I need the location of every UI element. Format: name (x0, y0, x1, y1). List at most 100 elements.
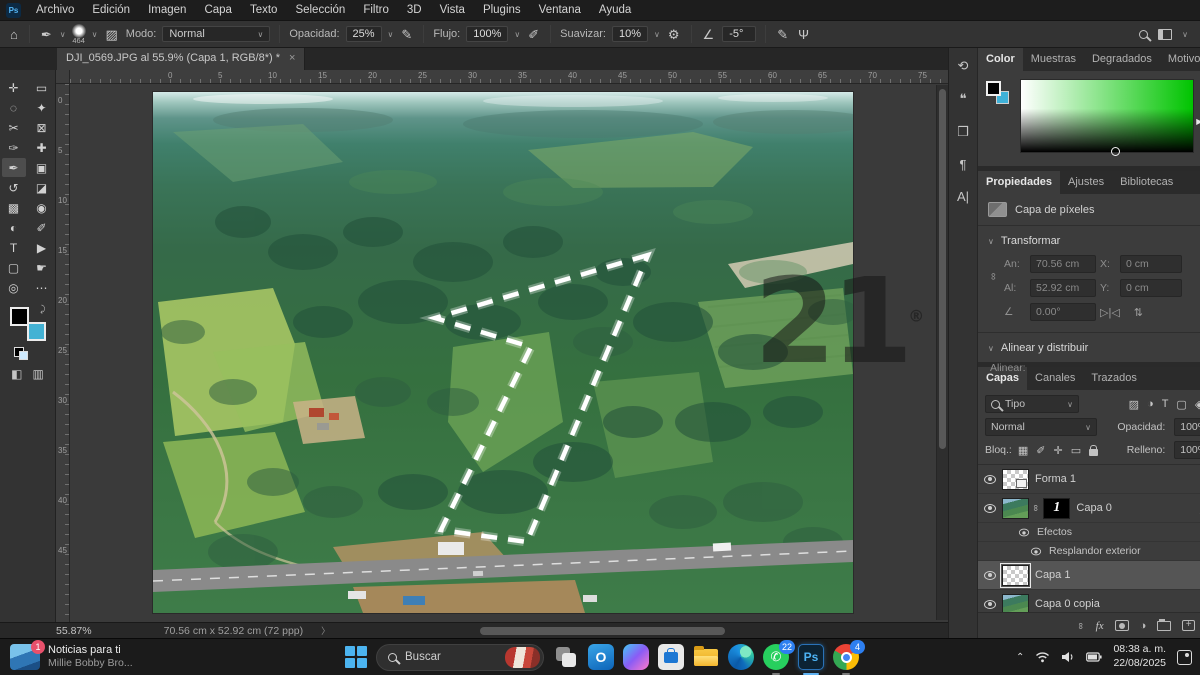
tray-chevron-icon[interactable]: ⌃ (1016, 652, 1024, 663)
zoom-level-field[interactable]: 55.87% (56, 625, 92, 637)
blend-mode-dropdown[interactable]: Normal ∨ (162, 26, 270, 42)
3d-panel-icon[interactable]: ❒ (957, 124, 969, 140)
lasso-tool[interactable]: ◌ (2, 98, 26, 117)
notes-panel-icon[interactable]: ❝ (960, 91, 967, 107)
tab-propiedades[interactable]: Propiedades (978, 171, 1060, 194)
flow-input[interactable]: 100% (466, 26, 508, 42)
magic-wand-tool[interactable]: ✦ (30, 98, 54, 117)
taskbar-search-box[interactable]: Buscar (376, 644, 544, 671)
layer-row-capa1[interactable]: Capa 1 (978, 561, 1200, 590)
document-tab[interactable]: DJI_0569.JPG al 55.9% (Capa 1, RGB/8*) *… (57, 48, 305, 70)
chevron-down-icon[interactable]: ∨ (988, 344, 994, 353)
status-arrow-icon[interactable]: 〉 (321, 624, 330, 637)
adjustment-layer-icon[interactable]: ◑ (1140, 620, 1147, 632)
menu-item[interactable]: Vista (431, 2, 474, 18)
outlook-app-button[interactable]: O (588, 644, 614, 670)
quick-mask-icon[interactable]: ◧ (11, 367, 22, 381)
layer-name[interactable]: Capa 1 (1035, 569, 1070, 581)
type-tool[interactable]: T (2, 238, 26, 257)
lock-artboard-icon[interactable]: ▭ (1071, 444, 1081, 457)
marquee-tool[interactable]: ▭ (30, 78, 54, 97)
frame-tool[interactable]: ⊠ (30, 118, 54, 137)
link-layers-icon[interactable]: ∞ (1076, 622, 1086, 628)
visibility-eye-icon[interactable] (984, 504, 996, 513)
tab-ajustes[interactable]: Ajustes (1060, 171, 1112, 194)
clock[interactable]: 08:38 a. m. 22/08/2025 (1113, 643, 1166, 670)
effects-row[interactable]: Efectos (978, 523, 1200, 542)
lock-pixels-icon[interactable]: ✐ (1036, 444, 1045, 457)
color-picker-cursor[interactable] (1111, 147, 1120, 156)
new-group-icon[interactable] (1157, 621, 1171, 631)
layer-row-forma1[interactable]: Forma 1 (978, 465, 1200, 494)
copilot-app-button[interactable] (623, 644, 649, 670)
chevron-down-icon[interactable]: ∨ (60, 30, 66, 39)
menu-item[interactable]: Texto (241, 2, 287, 18)
filter-shape-icon[interactable]: ▢ (1176, 398, 1186, 411)
rotate-angle-field[interactable]: 0.00° (1030, 303, 1096, 321)
home-icon[interactable]: ⌂ (8, 28, 20, 41)
task-view-button[interactable] (553, 644, 579, 670)
healing-brush-tool[interactable]: ✚ (30, 138, 54, 157)
edge-app-button[interactable] (728, 644, 754, 670)
brush-preset-picker[interactable]: 464 (72, 24, 86, 45)
chevron-down-icon[interactable]: ∨ (1182, 30, 1188, 39)
menu-item[interactable]: Capa (195, 2, 241, 18)
layer-row-capa0-copia[interactable]: Capa 0 copia (978, 590, 1200, 612)
move-tool[interactable]: ✛ (2, 78, 26, 97)
pressure-opacity-icon[interactable]: ✎ (399, 28, 414, 41)
tab-motivos[interactable]: Motivos (1160, 48, 1200, 71)
airbrush-icon[interactable]: ✐ (526, 28, 541, 41)
character-panel-icon[interactable]: A| (957, 189, 969, 204)
wifi-icon[interactable] (1035, 651, 1050, 663)
tab-degradados[interactable]: Degradados (1084, 48, 1160, 71)
menu-item[interactable]: Plugins (474, 2, 530, 18)
history-panel-icon[interactable]: ⟲ (958, 58, 969, 74)
zoom-tool[interactable]: ◎ (2, 278, 26, 297)
layer-name[interactable]: Forma 1 (1035, 473, 1076, 485)
eraser-tool[interactable]: ◪ (30, 178, 54, 197)
hand-tool[interactable]: ☛ (30, 258, 54, 277)
menu-item[interactable]: Archivo (27, 2, 83, 18)
battery-icon[interactable] (1086, 652, 1102, 662)
chevron-down-icon[interactable]: ∨ (388, 30, 394, 39)
eyedropper-tool[interactable]: ✑ (2, 138, 26, 157)
chrome-app-button[interactable]: 4 (833, 644, 859, 670)
pen-tool[interactable]: ✐ (30, 218, 54, 237)
paint-symmetry-icon[interactable]: Ψ (796, 28, 811, 41)
search-highlight-thumbnail[interactable] (505, 647, 540, 668)
brush-settings-panel-icon[interactable]: ▨ (103, 28, 119, 41)
layer-thumbnail[interactable] (1002, 469, 1029, 490)
chevron-down-icon[interactable]: ∨ (654, 30, 660, 39)
filter-smart-object-icon[interactable]: ◈ (1195, 398, 1200, 411)
store-app-button[interactable] (658, 644, 684, 670)
layer-filter-dropdown[interactable]: Tipo ∨ (985, 395, 1079, 413)
clone-stamp-tool[interactable]: ▣ (30, 158, 54, 177)
workspace-switcher-icon[interactable] (1158, 29, 1172, 40)
layer-row-capa0[interactable]: ∞ 1 Capa 0 fx ⌃ (978, 494, 1200, 523)
visibility-eye-icon[interactable] (1031, 547, 1041, 555)
whatsapp-app-button[interactable]: ✆ 22 (763, 644, 789, 670)
crop-tool[interactable]: ✂ (2, 118, 26, 137)
notification-center-icon[interactable] (1177, 650, 1192, 665)
screen-mode-icon[interactable]: ▥ (33, 367, 44, 381)
brush-angle-input[interactable]: -5° (722, 26, 756, 42)
layer-thumbnail[interactable] (1002, 498, 1029, 519)
flip-horizontal-icon[interactable]: ▷|◁ (1100, 306, 1120, 319)
visibility-eye-icon[interactable] (984, 600, 996, 609)
layer-style-icon[interactable]: fx (1096, 620, 1104, 632)
layer-thumbnail[interactable] (1002, 565, 1029, 586)
more-tools[interactable]: ⋯ (30, 278, 54, 297)
hue-slider-arrow[interactable]: ▶ (1196, 117, 1200, 126)
smoothing-input[interactable]: 10% (612, 26, 648, 42)
search-icon[interactable] (1139, 30, 1148, 39)
foreground-color-swatch[interactable] (986, 81, 1001, 96)
background-color-swatch[interactable] (27, 322, 46, 341)
chevron-down-icon[interactable]: ∨ (514, 30, 520, 39)
tab-bibliotecas[interactable]: Bibliotecas (1112, 171, 1181, 194)
blur-tool[interactable]: ◉ (30, 198, 54, 217)
scrollbar-thumb[interactable] (939, 89, 946, 449)
link-dimensions-icon[interactable]: ∞ (988, 269, 999, 283)
menu-item[interactable]: Edición (83, 2, 139, 18)
menu-item[interactable]: Ayuda (590, 2, 640, 18)
foreground-color-swatch[interactable] (10, 307, 29, 326)
